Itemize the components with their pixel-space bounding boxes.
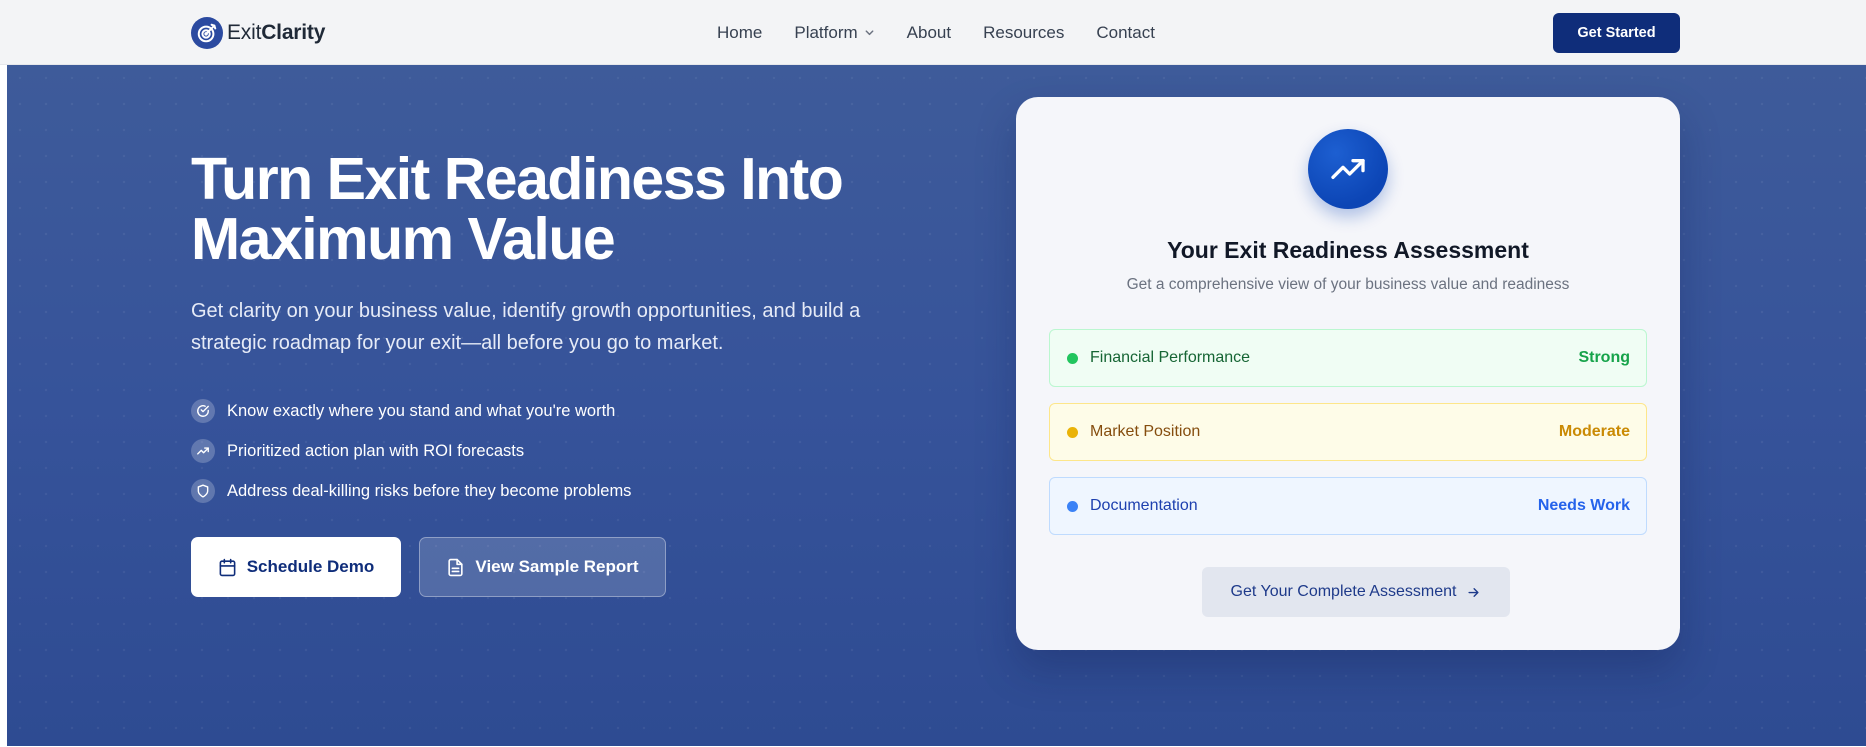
status-dot xyxy=(1067,426,1078,438)
status-dot xyxy=(1067,500,1078,512)
main-nav: Home Platform About Resources Contact xyxy=(717,0,1155,65)
trending-up-icon xyxy=(1308,129,1388,209)
status-dot xyxy=(1067,352,1078,364)
hero-section: Turn Exit Readiness Into Maximum Value G… xyxy=(7,65,1866,746)
nav-contact[interactable]: Contact xyxy=(1096,23,1155,43)
get-complete-assessment-button[interactable]: Get Your Complete Assessment xyxy=(1202,567,1510,617)
schedule-demo-button[interactable]: Schedule Demo xyxy=(191,537,401,597)
feature-text: Prioritized action plan with ROI forecas… xyxy=(227,441,525,460)
view-sample-report-button[interactable]: View Sample Report xyxy=(419,537,666,597)
card-title: Your Exit Readiness Assessment xyxy=(1167,237,1529,263)
assessment-row-market: Market Position Moderate xyxy=(1049,403,1647,461)
assessment-list: Financial Performance Strong Market Posi… xyxy=(1049,329,1647,535)
check-circle-icon xyxy=(191,399,215,423)
chevron-down-icon xyxy=(864,27,875,38)
feature-text: Know exactly where you stand and what yo… xyxy=(227,401,616,420)
target-icon xyxy=(191,17,223,49)
headline-line-2: Maximum Value xyxy=(191,206,616,272)
assessment-row-financial: Financial Performance Strong xyxy=(1049,329,1647,387)
get-started-button[interactable]: Get Started xyxy=(1553,13,1680,53)
nav-about[interactable]: About xyxy=(907,23,951,43)
nav-home[interactable]: Home xyxy=(717,23,762,43)
arrow-right-icon xyxy=(1466,585,1481,600)
hero-headline: Turn Exit Readiness Into Maximum Value xyxy=(191,149,951,269)
headline-line-1: Turn Exit Readiness Into xyxy=(191,146,844,212)
page-edge xyxy=(0,65,7,747)
assessment-row-documentation: Documentation Needs Work xyxy=(1049,477,1647,535)
nav-resources[interactable]: Resources xyxy=(983,23,1064,43)
assessment-card: Your Exit Readiness Assessment Get a com… xyxy=(1016,97,1680,650)
status-badge: Needs Work xyxy=(1537,497,1630,514)
feature-item: Know exactly where you stand and what yo… xyxy=(191,391,631,431)
document-icon xyxy=(446,558,465,577)
brand-name: ExitClarity xyxy=(227,21,326,44)
card-subtitle: Get a comprehensive view of your busines… xyxy=(1126,276,1570,293)
hero-subtext: Get clarity on your business value, iden… xyxy=(191,300,861,354)
brand-logo[interactable]: ExitClarity xyxy=(191,17,325,49)
row-label: Documentation xyxy=(1090,497,1198,514)
feature-item: Prioritized action plan with ROI forecas… xyxy=(191,431,631,471)
feature-item: Address deal-killing risks before they b… xyxy=(191,471,631,511)
feature-list: Know exactly where you stand and what yo… xyxy=(191,391,631,511)
calendar-icon xyxy=(218,558,237,577)
row-label: Financial Performance xyxy=(1090,349,1251,366)
row-label: Market Position xyxy=(1090,423,1201,440)
status-badge: Strong xyxy=(1578,349,1630,366)
shield-icon xyxy=(191,479,215,503)
status-badge: Moderate xyxy=(1558,423,1630,440)
feature-text: Address deal-killing risks before they b… xyxy=(227,481,632,500)
nav-platform[interactable]: Platform xyxy=(794,23,874,43)
top-navbar: ExitClarity Home Platform About Resource… xyxy=(0,0,1866,65)
trending-up-icon xyxy=(191,439,215,463)
